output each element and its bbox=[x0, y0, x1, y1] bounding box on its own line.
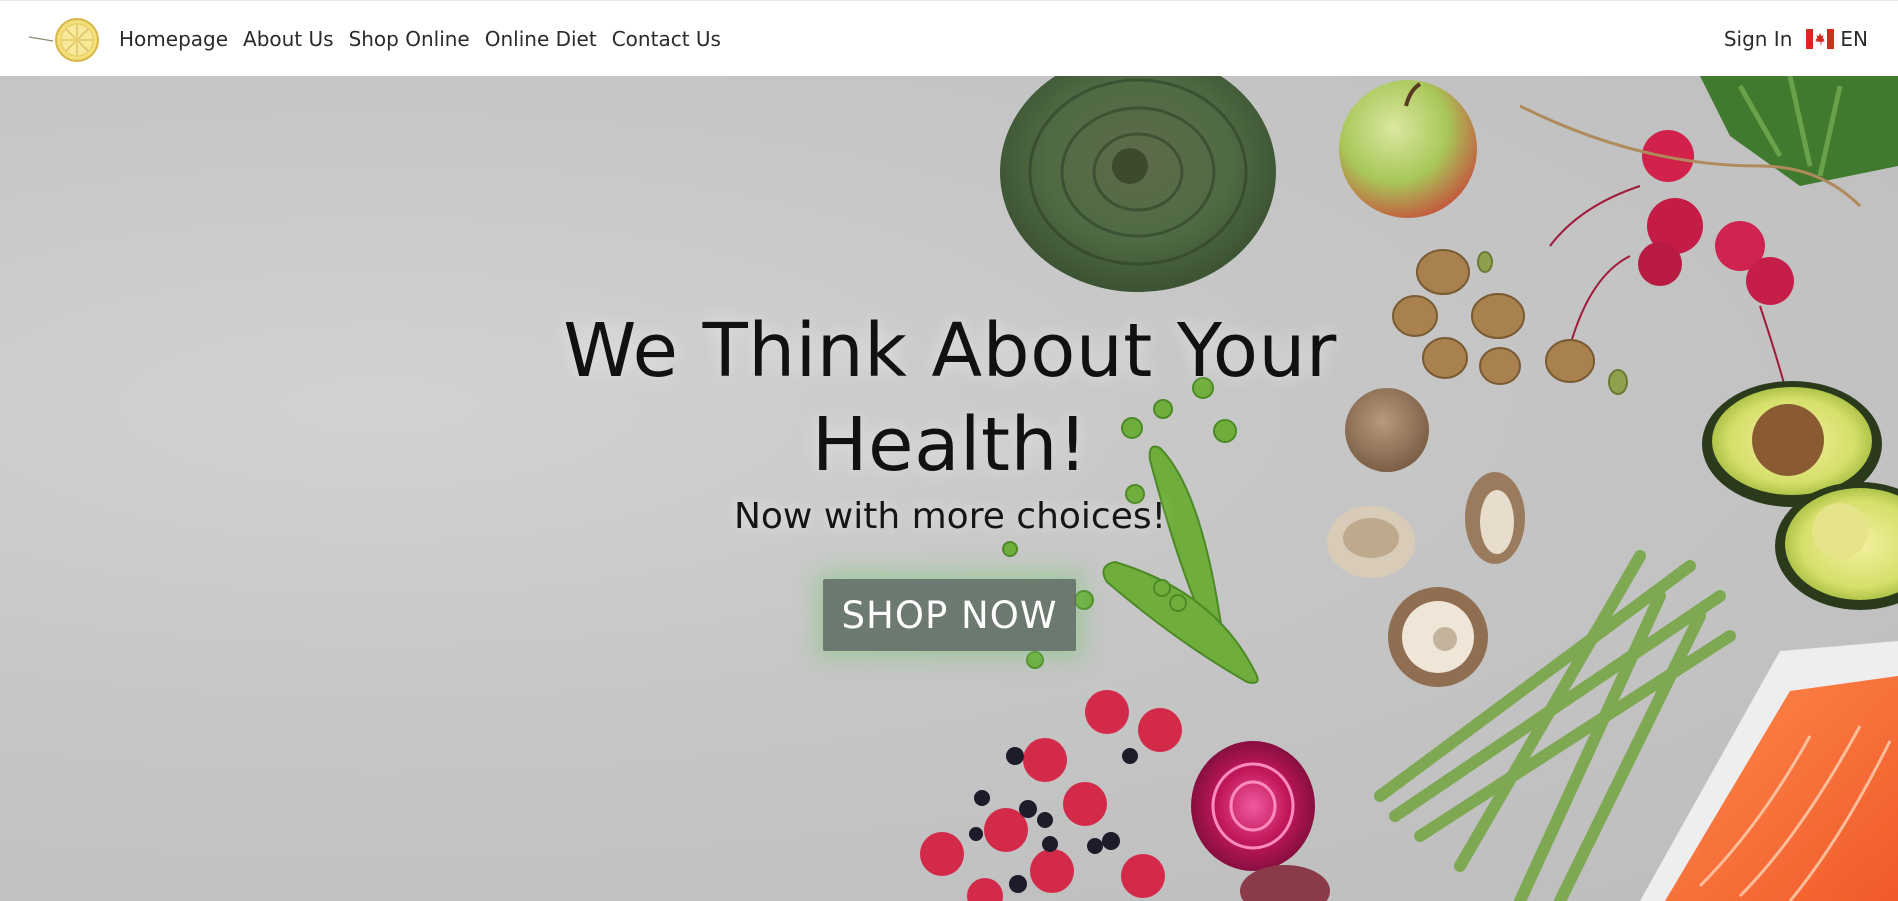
hero-headline-line1: We Think About Your bbox=[563, 308, 1337, 394]
nav-link-shop-online[interactable]: Shop Online bbox=[349, 27, 470, 51]
hero-content: We Think About Your Health! Now with mor… bbox=[0, 76, 1898, 901]
nav-right-group: Sign In EN bbox=[1724, 1, 1868, 77]
language-selector[interactable]: EN bbox=[1806, 27, 1868, 51]
hero-banner: We Think About Your Health! Now with mor… bbox=[0, 76, 1898, 901]
top-navbar: Homepage About Us Shop Online Online Die… bbox=[0, 0, 1898, 76]
nav-link-contact-us[interactable]: Contact Us bbox=[612, 27, 721, 51]
shop-now-button[interactable]: SHOP NOW bbox=[823, 579, 1076, 651]
nav-link-about-us[interactable]: About Us bbox=[243, 27, 334, 51]
nav-link-homepage[interactable]: Homepage bbox=[119, 27, 228, 51]
canada-flag-icon bbox=[1806, 29, 1835, 49]
hero-subheadline: Now with more choices! bbox=[733, 496, 1167, 537]
hero-headline-line2: Health! bbox=[811, 402, 1089, 488]
main-nav: Homepage About Us Shop Online Online Die… bbox=[119, 1, 736, 77]
language-code: EN bbox=[1840, 27, 1868, 51]
sign-in-link[interactable]: Sign In bbox=[1724, 27, 1793, 51]
hero-headline: We Think About Your Health! bbox=[440, 304, 1460, 492]
lemon-logo-icon[interactable] bbox=[29, 15, 105, 65]
nav-link-online-diet[interactable]: Online Diet bbox=[485, 27, 597, 51]
